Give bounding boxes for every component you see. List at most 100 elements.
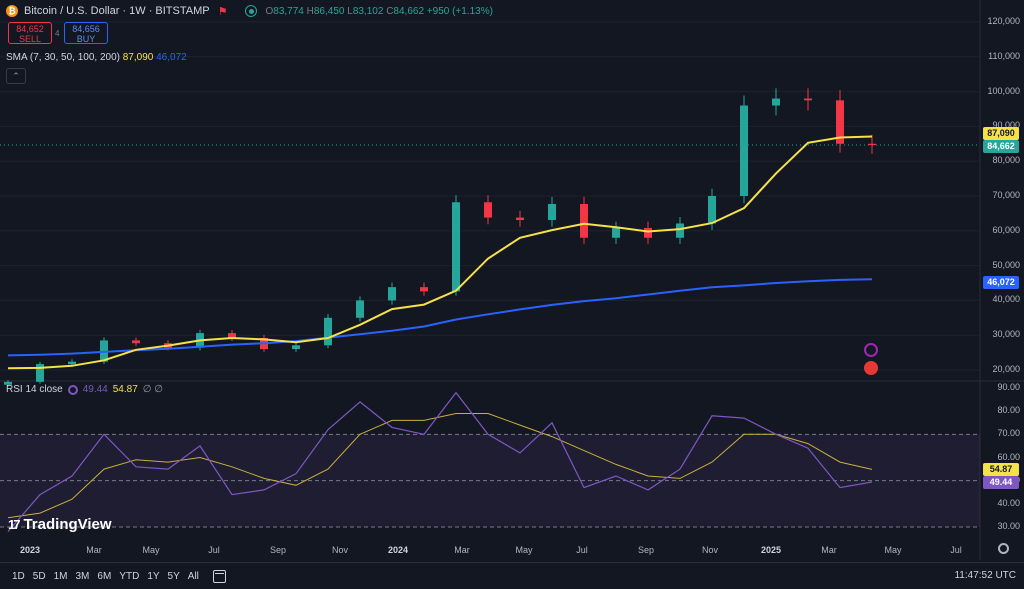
candle-body bbox=[772, 98, 780, 106]
gear-icon[interactable] bbox=[998, 543, 1009, 554]
sell-price: 84,652 bbox=[16, 24, 44, 34]
time-axis-label: Sep bbox=[637, 545, 655, 555]
rsi-indicator-icon bbox=[67, 384, 78, 395]
spread-value: 4 bbox=[55, 29, 60, 38]
flag-icon[interactable]: ⚑ bbox=[218, 5, 228, 18]
price-tag: 46,072 bbox=[983, 276, 1019, 289]
time-axis-label: Mar bbox=[86, 545, 102, 555]
event-lightning-icon[interactable] bbox=[864, 343, 878, 357]
clock: 11:47:52 UTC bbox=[954, 570, 1016, 581]
range-button-1d[interactable]: 1D bbox=[12, 571, 25, 582]
time-axis-label: Nov bbox=[331, 545, 349, 555]
rsi-axis-label: 80.00 bbox=[997, 405, 1020, 416]
rsi-legend[interactable]: RSI 14 close 49.44 54.87 ∅ ∅ bbox=[6, 384, 163, 395]
rsi-legend-title: RSI 14 close bbox=[6, 384, 63, 395]
ohlc-values: O83,774 H86,450 L83,102 C84,662 +950 (+1… bbox=[265, 5, 493, 17]
price-axis-label: 50,000 bbox=[992, 259, 1020, 270]
price-axis-label: 40,000 bbox=[992, 294, 1020, 305]
rsi-axis-label: 70.00 bbox=[997, 428, 1020, 439]
sma-long-value: 46,072 bbox=[156, 52, 187, 63]
candle-body bbox=[708, 196, 716, 224]
bitcoin-icon[interactable]: ₿ bbox=[6, 5, 18, 17]
candle-body bbox=[868, 143, 876, 145]
time-axis-label: Jul bbox=[950, 545, 962, 555]
price-axis-label: 20,000 bbox=[992, 364, 1020, 374]
bottom-toolbar: 1D 5D 1M 3M 6M YTD 1Y 5Y All 11:47:52 UTC bbox=[0, 562, 1024, 589]
price-tag: 84,662 bbox=[983, 140, 1019, 153]
time-axis-label: 2023 bbox=[19, 545, 41, 555]
range-button-6m[interactable]: 6M bbox=[97, 571, 111, 582]
sell-label: SELL bbox=[18, 34, 42, 44]
candle-body bbox=[324, 317, 332, 346]
price-axis-label: 110,000 bbox=[988, 50, 1020, 61]
price-tag: 49.44 bbox=[983, 476, 1019, 489]
candle-body bbox=[388, 287, 396, 301]
rsi-axis-label: 60.00 bbox=[997, 451, 1020, 462]
calendar-icon[interactable] bbox=[212, 569, 226, 583]
time-axis-label: 2024 bbox=[387, 545, 409, 555]
range-button-all[interactable]: All bbox=[188, 571, 199, 582]
price-axis-label: 100,000 bbox=[987, 85, 1020, 96]
rsi-ma-value: 54.87 bbox=[112, 384, 138, 395]
candle-body bbox=[740, 105, 748, 196]
range-button-5y[interactable]: 5Y bbox=[168, 571, 180, 582]
price-axis-label: 80,000 bbox=[992, 155, 1020, 166]
range-button-1y[interactable]: 1Y bbox=[147, 571, 159, 582]
tradingview-mark-icon: 17 bbox=[8, 517, 21, 532]
candle-body bbox=[644, 228, 652, 238]
price-axis-label: 120,000 bbox=[987, 16, 1020, 26]
time-axis-label: Mar bbox=[821, 545, 837, 555]
rsi-axis-label: 90.00 bbox=[997, 382, 1020, 392]
rsi-axis-label: 30.00 bbox=[997, 521, 1020, 531]
buy-label: BUY bbox=[76, 34, 96, 44]
price-axis-label: 60,000 bbox=[992, 224, 1020, 235]
sell-button[interactable]: 84,652 SELL bbox=[8, 22, 52, 44]
time-axis-label: 2025 bbox=[760, 545, 782, 555]
buy-button[interactable]: 84,656 BUY bbox=[64, 22, 108, 44]
tradingview-logo: 17 TradingView bbox=[8, 516, 112, 533]
range-button-ytd[interactable]: YTD bbox=[119, 571, 139, 582]
chart-svg[interactable] bbox=[0, 0, 1024, 588]
range-button-3m[interactable]: 3M bbox=[76, 571, 90, 582]
candle-body bbox=[132, 340, 140, 344]
price-axis-label: 30,000 bbox=[992, 329, 1020, 340]
candle-body bbox=[356, 300, 364, 318]
time-axis-label: May bbox=[142, 545, 160, 555]
candle-body bbox=[292, 345, 300, 350]
price-tag: 87,090 bbox=[983, 127, 1019, 140]
rsi-value: 49.44 bbox=[82, 384, 108, 395]
time-axis-label: Mar bbox=[454, 545, 470, 555]
rsi-axis-label: 40.00 bbox=[997, 497, 1020, 508]
tradingview-logo-text: TradingView bbox=[23, 516, 112, 533]
price-tag: 54.87 bbox=[983, 463, 1019, 476]
candle-body bbox=[580, 204, 588, 238]
sma-legend-title: SMA (7, 30, 50, 100, 200) bbox=[6, 52, 120, 63]
range-button-1m[interactable]: 1M bbox=[54, 571, 68, 582]
market-status-icon[interactable] bbox=[245, 5, 258, 17]
sma-legend[interactable]: SMA (7, 30, 50, 100, 200) 87,090 46,072 bbox=[6, 52, 187, 63]
candle-body bbox=[516, 217, 524, 221]
range-buttons: 1D 5D 1M 3M 6M YTD 1Y 5Y All bbox=[0, 571, 199, 582]
symbol-title[interactable]: Bitcoin / U.S. Dollar · 1W · BITSTAMP bbox=[24, 5, 210, 17]
candle-body bbox=[612, 228, 620, 238]
candle-body bbox=[548, 204, 556, 221]
symbol-header: ₿ Bitcoin / U.S. Dollar · 1W · BITSTAMP … bbox=[6, 3, 493, 19]
time-axis-label: Nov bbox=[701, 545, 719, 555]
collapse-legend-button[interactable]: ⌃ bbox=[6, 68, 26, 84]
candle-body bbox=[68, 361, 76, 365]
time-axis-label: Jul bbox=[208, 545, 220, 555]
event-flag-icon[interactable] bbox=[864, 361, 878, 375]
candle-body bbox=[804, 98, 812, 101]
candle-body bbox=[676, 223, 684, 238]
chart-area[interactable] bbox=[0, 0, 1024, 588]
sma-short-value: 87,090 bbox=[122, 52, 154, 63]
buy-price: 84,656 bbox=[72, 24, 100, 34]
price-axis-label: 70,000 bbox=[992, 190, 1020, 200]
time-axis-label: May bbox=[884, 545, 902, 555]
time-axis-label: Sep bbox=[269, 545, 287, 555]
candle-body bbox=[484, 202, 492, 218]
time-axis-label: Jul bbox=[576, 545, 588, 555]
rsi-extra-values: ∅ ∅ bbox=[142, 384, 163, 395]
range-button-5d[interactable]: 5D bbox=[33, 571, 46, 582]
time-axis-label: May bbox=[515, 545, 533, 555]
